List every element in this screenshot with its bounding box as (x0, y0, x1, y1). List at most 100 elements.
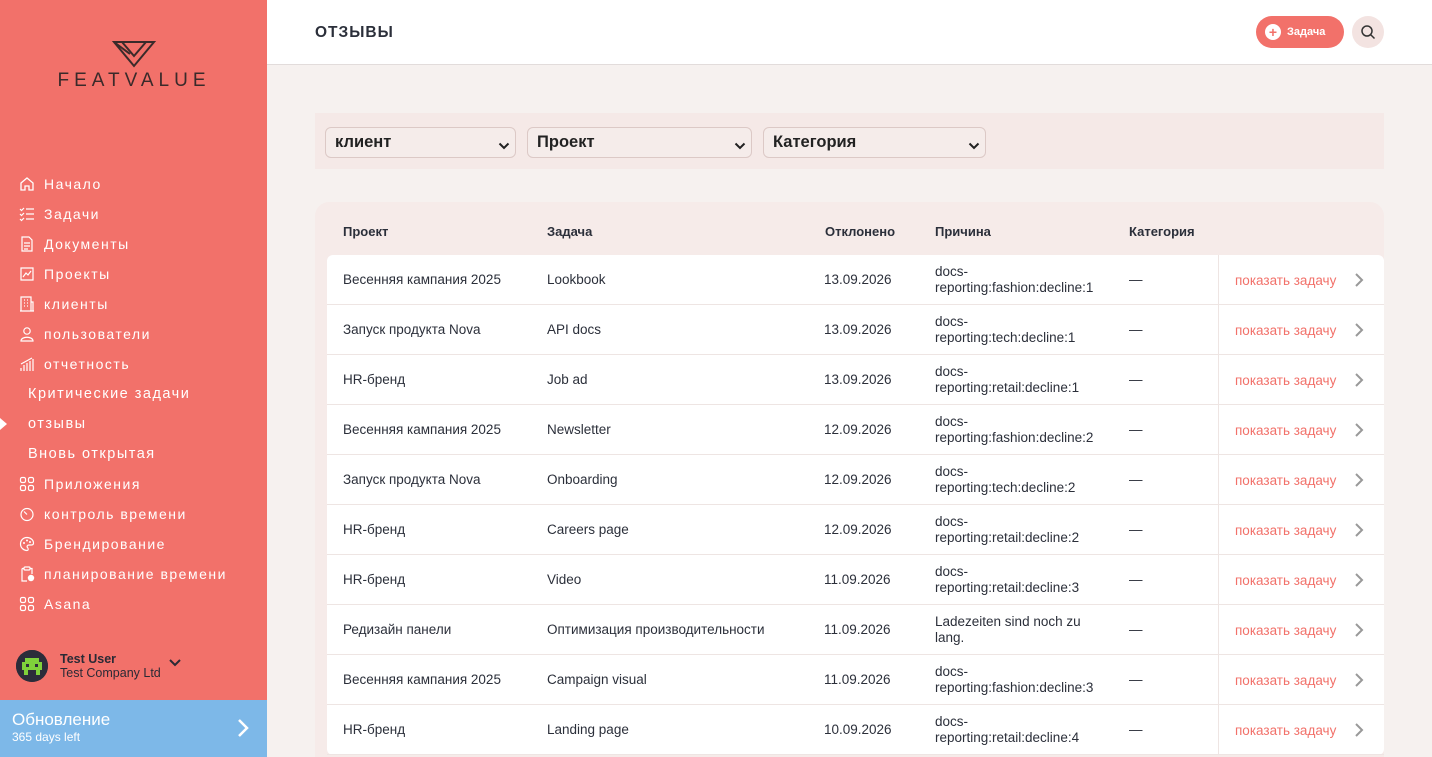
sidebar-item-reopened[interactable]: Вновь открытая (0, 439, 267, 469)
sidebar-item-time-tracking[interactable]: контроль времени (0, 499, 267, 529)
column-header-task[interactable]: Задача (547, 224, 592, 239)
show-task-link[interactable]: показать задачу (1218, 705, 1384, 755)
sidebar-item-label: Вновь открытая (28, 446, 156, 462)
chevron-right-icon (1354, 722, 1364, 741)
cell-project: Запуск продукта Nova (343, 472, 481, 487)
sidebar-item-label: планирование времени (44, 566, 227, 582)
column-header-reason[interactable]: Причина (935, 224, 991, 239)
building-icon (18, 295, 36, 313)
cell-declined: 10.09.2026 (824, 722, 892, 737)
sidebar-item-reports[interactable]: отчетность (0, 349, 267, 379)
cell-category: — (1129, 672, 1143, 687)
cell-category: — (1129, 522, 1143, 537)
column-header-category[interactable]: Категория (1129, 224, 1195, 239)
show-task-link[interactable]: показать задачу (1218, 305, 1384, 355)
page-title: ОТЗЫВЫ (315, 24, 394, 41)
show-task-link[interactable]: показать задачу (1218, 555, 1384, 605)
sidebar-item-clients[interactable]: клиенты (0, 289, 267, 319)
show-task-label: показать задачу (1235, 372, 1337, 388)
sidebar-item-projects[interactable]: Проекты (0, 259, 267, 289)
chevron-right-icon (1354, 672, 1364, 691)
table-body: Весенняя кампания 2025 Lookbook 13.09.20… (327, 255, 1384, 755)
show-task-link[interactable]: показать задачу (1218, 505, 1384, 555)
table-row: Весенняя кампания 2025 Lookbook 13.09.20… (327, 255, 1384, 305)
cell-task: Video (547, 572, 582, 587)
column-header-project[interactable]: Проект (343, 224, 388, 239)
show-task-label: показать задачу (1235, 522, 1337, 538)
cell-declined: 11.09.2026 (824, 572, 891, 587)
sidebar-item-branding[interactable]: Брендирование (0, 529, 267, 559)
filter-bar: клиент Проект Категория (315, 113, 1384, 169)
cell-task: Landing page (547, 722, 629, 737)
client-filter-select[interactable]: клиент (325, 127, 516, 158)
chevron-down-icon[interactable] (169, 654, 181, 672)
sidebar-item-label: Проекты (44, 266, 111, 282)
reviews-table: Проект Задача Отклонено Причина Категори… (315, 202, 1384, 757)
search-button[interactable] (1352, 16, 1384, 48)
cell-category: — (1129, 472, 1143, 487)
update-banner[interactable]: Обновление 365 days left (0, 700, 267, 757)
show-task-label: показать задачу (1235, 572, 1337, 588)
chevron-right-icon (1354, 272, 1364, 291)
cell-task: Job ad (547, 372, 588, 387)
table-row: HR-бренд Video 11.09.2026 docs-reporting… (327, 555, 1384, 605)
show-task-link[interactable]: показать задачу (1218, 405, 1384, 455)
sidebar-nav: Начало Задачи Документы Проекты клиенты … (0, 169, 267, 619)
sidebar-item-users[interactable]: пользователи (0, 319, 267, 349)
table-header: Проект Задача Отклонено Причина Категори… (315, 202, 1384, 254)
cell-reason: docs-reporting:fashion:decline:3 (935, 664, 1094, 695)
sidebar-item-reviews[interactable]: отзывы (0, 409, 267, 439)
show-task-link[interactable]: показать задачу (1218, 655, 1384, 705)
cell-declined: 12.09.2026 (824, 472, 892, 487)
cell-category: — (1129, 622, 1143, 637)
documents-icon (18, 235, 36, 253)
sidebar-item-home[interactable]: Начало (0, 169, 267, 199)
sidebar-item-time-planning[interactable]: планирование времени (0, 559, 267, 589)
show-task-link[interactable]: показать задачу (1218, 605, 1384, 655)
show-task-label: показать задачу (1235, 672, 1337, 688)
user-company: Test Company Ltd (60, 666, 161, 680)
chevron-right-icon (1354, 572, 1364, 591)
sidebar-item-apps[interactable]: Приложения (0, 469, 267, 499)
show-task-link[interactable]: показать задачу (1218, 355, 1384, 405)
logo[interactable]: FEATVALUE (44, 40, 224, 92)
show-task-link[interactable]: показать задачу (1218, 455, 1384, 505)
avatar (16, 650, 48, 682)
table-row: Весенняя кампания 2025 Campaign visual 1… (327, 655, 1384, 705)
sidebar-item-documents[interactable]: Документы (0, 229, 267, 259)
project-filter-select[interactable]: Проект (527, 127, 752, 158)
logo-mark-icon (111, 41, 157, 68)
cell-reason: docs-reporting:fashion:decline:1 (935, 264, 1094, 295)
table-row: HR-бренд Job ad 13.09.2026 docs-reportin… (327, 355, 1384, 405)
chevron-right-icon (1354, 472, 1364, 491)
update-days-left: 365 days left (12, 730, 81, 744)
category-filter-select[interactable]: Категория (763, 127, 986, 158)
user-info: Test User Test Company Ltd (60, 652, 161, 680)
cell-reason: docs-reporting:tech:decline:2 (935, 464, 1076, 495)
sidebar-item-tasks[interactable]: Задачи (0, 199, 267, 229)
column-header-declined[interactable]: Отклонено (825, 224, 895, 239)
cell-task: Campaign visual (547, 672, 647, 687)
sidebar-item-asana[interactable]: Asana (0, 589, 267, 619)
cell-category: — (1129, 272, 1143, 287)
user-menu[interactable]: Test User Test Company Ltd (16, 650, 181, 682)
chevron-down-icon (734, 137, 746, 156)
user-icon (18, 325, 36, 343)
cell-category: — (1129, 722, 1143, 737)
sidebar-item-label: Критические задачи (28, 386, 191, 402)
cell-reason: Ladezeiten sind noch zu lang. (935, 614, 1081, 645)
cell-declined: 13.09.2026 (824, 272, 892, 287)
sidebar-item-label: клиенты (44, 296, 109, 312)
chevron-right-icon (1354, 422, 1364, 441)
show-task-link[interactable]: показать задачу (1218, 255, 1384, 305)
cell-reason: docs-reporting:retail:decline:4 (935, 714, 1080, 745)
cell-task: Lookbook (547, 272, 606, 287)
sidebar-item-critical-tasks[interactable]: Критические задачи (0, 379, 267, 409)
sidebar-item-label: отзывы (28, 416, 87, 432)
chevron-right-icon[interactable] (237, 718, 249, 743)
cell-category: — (1129, 372, 1143, 387)
chevron-right-icon (1354, 522, 1364, 541)
add-task-button[interactable]: + Задача (1256, 16, 1344, 48)
header: ОТЗЫВЫ + Задача (267, 0, 1432, 65)
show-task-label: показать задачу (1235, 622, 1337, 638)
